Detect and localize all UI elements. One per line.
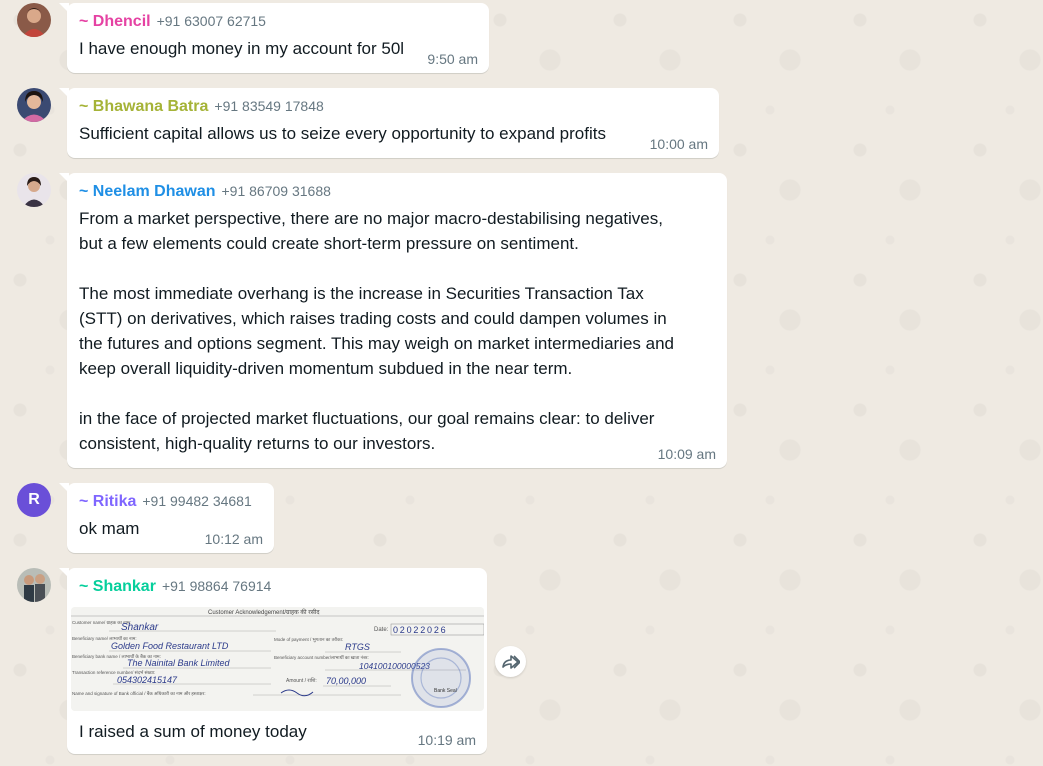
avatar-photo <box>17 173 51 207</box>
date-value: 02022026 <box>393 625 447 635</box>
beneficiary-name-value: Golden Food Restaurant LTD <box>111 641 229 651</box>
message-header: ~ Bhawana Batra +91 83549 17848 <box>79 98 707 118</box>
message-bubble[interactable]: ~ Neelam Dhawan +91 86709 31688 From a m… <box>59 173 727 468</box>
message-header: ~ Shankar +91 98864 76914 <box>79 578 475 598</box>
avatar[interactable] <box>17 3 51 37</box>
message-header: ~ Neelam Dhawan +91 86709 31688 <box>79 183 715 203</box>
sender-phone[interactable]: +91 86709 31688 <box>222 183 331 199</box>
bubble-tail <box>59 3 69 13</box>
receipt-heading: Customer Acknowledgement/ग्राहक की रसीद <box>208 608 320 616</box>
signature-label: Name and signature of Bank official / बै… <box>72 690 206 696</box>
message-text: I raised a sum of money today <box>79 722 307 741</box>
message-time: 10:00 am <box>649 136 708 152</box>
amount-value: 70,00,000 <box>326 676 366 686</box>
bank-seal: Bank Seal <box>411 648 471 708</box>
customer-name-value: Shankar <box>121 622 159 633</box>
message-text: I have enough money in my account for 50… <box>79 39 405 58</box>
sender-name[interactable]: ~ Dhencil <box>79 13 151 31</box>
mode-label: Mode of payment / भुगतान का तरीका: <box>274 636 343 643</box>
avatar-initial: R <box>28 491 40 508</box>
message-header: ~ Ritika +91 99482 34681 <box>79 493 262 513</box>
message-header: ~ Dhencil +91 63007 62715 <box>79 13 477 33</box>
message-text: From a market perspective, there are no … <box>79 209 674 453</box>
sender-phone[interactable]: +91 99482 34681 <box>142 493 251 509</box>
avatar-photo <box>17 568 51 602</box>
avatar[interactable] <box>17 568 51 602</box>
bubble-tail <box>59 568 69 578</box>
message-time: 10:09 am <box>657 446 716 462</box>
avatar-photo <box>17 3 51 37</box>
message-bubble[interactable]: ~ Bhawana Batra +91 83549 17848 Sufficie… <box>59 88 719 158</box>
message-time: 10:19 am <box>417 732 476 748</box>
sender-phone[interactable]: +91 63007 62715 <box>157 13 266 29</box>
avatar[interactable] <box>17 173 51 207</box>
sender-phone[interactable]: +91 98864 76914 <box>162 578 271 594</box>
sender-name[interactable]: ~ Bhawana Batra <box>79 98 208 116</box>
receipt-drawing: Customer Acknowledgement/ग्राहक की रसीद … <box>71 607 484 711</box>
message-time: 9:50 am <box>427 51 478 67</box>
avatar[interactable] <box>17 88 51 122</box>
message-time: 10:12 am <box>204 531 263 547</box>
forward-button[interactable] <box>495 646 526 677</box>
bank-name-value: The Nainital Bank Limited <box>127 658 231 668</box>
payment-receipt-image[interactable]: Customer Acknowledgement/ग्राहक की रसीद … <box>71 607 484 711</box>
forward-icon <box>501 654 520 669</box>
date-label: Date: <box>374 627 389 633</box>
message-bubble[interactable]: ~ Dhencil +91 63007 62715 I have enough … <box>59 3 489 73</box>
reference-value: 054302415147 <box>117 675 178 685</box>
avatar[interactable]: R <box>17 483 51 517</box>
bubble-tail <box>59 173 69 183</box>
message-bubble[interactable]: ~ Shankar +91 98864 76914 Customer Ackno… <box>59 568 487 754</box>
message-text: Sufficient capital allows us to seize ev… <box>79 124 606 143</box>
account-number-label: Beneficiary account number/लाभार्थी का ख… <box>274 654 369 660</box>
bubble-tail <box>59 483 69 493</box>
amount-label: Amount / राशि: <box>286 677 317 684</box>
sender-name[interactable]: ~ Neelam Dhawan <box>79 183 216 201</box>
sender-name[interactable]: ~ Ritika <box>79 493 136 511</box>
mode-value: RTGS <box>345 642 370 652</box>
sender-phone[interactable]: +91 83549 17848 <box>214 98 323 114</box>
bank-seal-label: Bank Seal <box>434 688 457 694</box>
message-bubble[interactable]: ~ Ritika +91 99482 34681 ok mam 10:12 am <box>59 483 274 553</box>
avatar-photo <box>17 88 51 122</box>
bubble-tail <box>59 88 69 98</box>
sender-name[interactable]: ~ Shankar <box>79 578 156 596</box>
